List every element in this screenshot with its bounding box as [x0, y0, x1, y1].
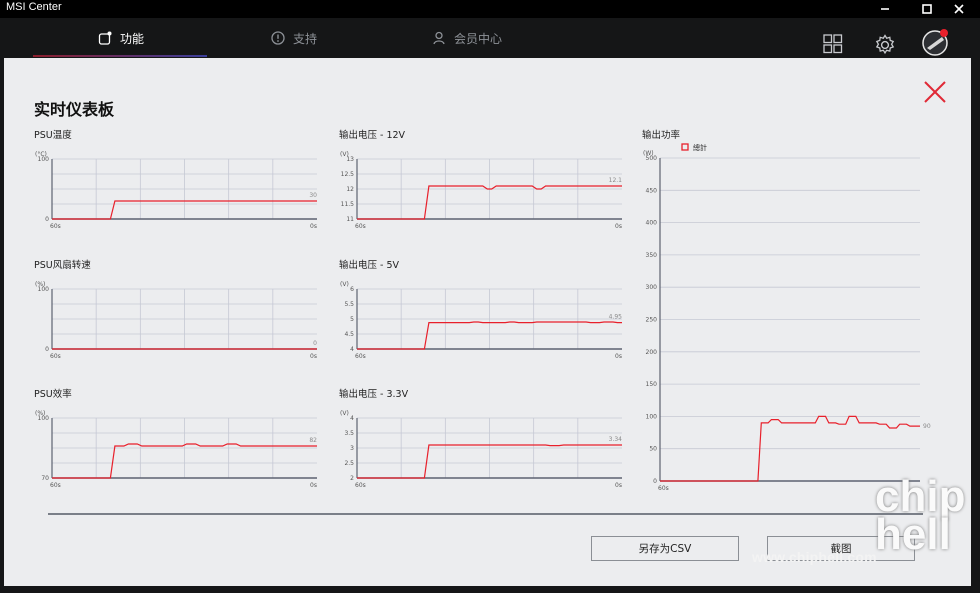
- window-titlebar: MSI Center: [0, 0, 980, 18]
- tab-membership-label: 会员中心: [454, 31, 503, 46]
- y-tick-label: 0: [45, 346, 49, 353]
- y-tick-label: 450: [646, 187, 658, 194]
- chart-title-psu-temp: PSU温度: [34, 130, 72, 141]
- y-tick-label: 200: [646, 349, 658, 356]
- chart-title-fan-speed: PSU风扇转速: [34, 260, 91, 271]
- grid-apps-icon[interactable]: [823, 34, 843, 54]
- avatar[interactable]: [922, 28, 950, 56]
- y-tick-label: 2: [350, 475, 354, 482]
- chart-title-out-12v: 输出电压 - 12V: [339, 130, 406, 141]
- chart-unit-label: (V): [340, 410, 349, 417]
- chart-title-psu-eff: PSU效率: [34, 389, 72, 400]
- watermark-logo: chip hell: [875, 472, 966, 559]
- active-tab-indicator: [33, 55, 207, 57]
- y-tick-label: 400: [646, 220, 658, 227]
- chart-fan-speed: (%)100060s 0s0: [35, 281, 317, 360]
- x-tick-label: 0s: [310, 482, 317, 489]
- realtime-dashboard-panel: 实时仪表板 PSU温度 输出电压 - 12V PSU风扇转速 输出电压 - 5V…: [4, 58, 971, 586]
- chart-title-out-5v: 输出电压 - 5V: [339, 260, 400, 271]
- x-tick-label: 60s: [355, 223, 366, 230]
- features-icon: [98, 31, 112, 45]
- y-tick-label: 50: [649, 446, 657, 453]
- y-tick-label: 12: [346, 186, 354, 193]
- divider: [48, 513, 923, 515]
- y-tick-label: 12.5: [341, 171, 355, 178]
- tab-support-label: 支持: [293, 31, 318, 46]
- x-tick-label: 60s: [50, 353, 61, 360]
- y-tick-label: 3: [350, 445, 354, 452]
- y-tick-label: 300: [646, 284, 658, 291]
- chart-out-power: (W)50045040035030025020015010050060s90總計: [643, 143, 931, 492]
- close-icon: [954, 4, 964, 14]
- y-tick-label: 150: [646, 381, 658, 388]
- tab-support[interactable]: 支持: [271, 18, 317, 58]
- save-csv-button[interactable]: 另存为CSV: [591, 536, 739, 561]
- chart-title-out-33v: 输出电压 - 3.3V: [339, 389, 409, 400]
- y-tick-label: 100: [38, 286, 50, 293]
- y-tick-label: 2.5: [344, 460, 354, 467]
- x-tick-label: 60s: [50, 482, 61, 489]
- y-tick-label: 4: [350, 346, 354, 353]
- legend-label: 總計: [693, 143, 707, 152]
- tab-features[interactable]: 功能: [98, 18, 144, 58]
- close-window-button[interactable]: [938, 0, 980, 18]
- y-tick-label: 250: [646, 317, 658, 324]
- minimize-icon: [881, 8, 889, 10]
- chart-out-33v: (V)4 3.5 3 2.5 260s 0s 3.34: [340, 410, 623, 489]
- y-tick-label: 5.5: [344, 301, 354, 308]
- y-tick-label: 0: [45, 216, 49, 223]
- y-tick-label: 100: [38, 415, 50, 422]
- top-navbar: 功能 支持 会员中心: [0, 18, 980, 58]
- y-tick-label: 6: [350, 286, 354, 293]
- y-tick-label: 100: [38, 156, 50, 163]
- y-tick-label: 350: [646, 252, 658, 259]
- value-label: 90: [923, 423, 931, 430]
- tab-features-label: 功能: [120, 31, 145, 46]
- value-label: 3.34: [609, 436, 623, 443]
- y-tick-label: 4.5: [344, 331, 354, 338]
- y-tick-label: 500: [646, 155, 658, 162]
- y-tick-label: 11: [346, 216, 354, 223]
- page-title: 实时仪表板: [34, 100, 115, 119]
- y-tick-label: 70: [41, 475, 49, 482]
- chart-out-5v: (V)6 5.5 5 4.5 460s 0s 4.95: [340, 281, 623, 360]
- value-label: 30: [309, 192, 317, 199]
- chart-title-out-power: 输出功率: [642, 130, 681, 141]
- x-tick-label: 0s: [615, 223, 622, 230]
- x-tick-label: 60s: [355, 482, 366, 489]
- y-tick-label: 11.5: [341, 201, 355, 208]
- value-label: 0: [313, 340, 317, 347]
- user-icon: [433, 31, 445, 45]
- x-tick-label: 0s: [310, 223, 317, 230]
- x-tick-label: 0s: [310, 353, 317, 360]
- x-tick-label: 60s: [50, 223, 61, 230]
- window-title: MSI Center: [6, 1, 62, 13]
- watermark-url: www.chiphell.com: [752, 549, 877, 565]
- chart-psu-temp: (°C)100060s 0s30: [35, 151, 317, 230]
- value-label: 12.1: [609, 177, 623, 184]
- tab-membership[interactable]: 会员中心: [432, 18, 502, 58]
- close-panel-icon[interactable]: [922, 79, 948, 105]
- legend-swatch: [681, 143, 689, 151]
- maximize-icon: [922, 4, 932, 14]
- y-tick-label: 0: [653, 478, 657, 485]
- x-tick-label: 0s: [615, 353, 622, 360]
- minimize-button[interactable]: [864, 0, 906, 18]
- value-label: 82: [309, 437, 317, 444]
- y-tick-label: 3.5: [344, 430, 354, 437]
- value-label: 4.95: [609, 314, 623, 321]
- x-tick-label: 60s: [355, 353, 366, 360]
- y-tick-label: 13: [346, 156, 354, 163]
- support-icon: [271, 31, 285, 45]
- x-tick-label: 60s: [658, 485, 669, 492]
- chart-out-12v: (V)1312.51211.51160s 0s12.1: [340, 151, 623, 230]
- chart-unit-label: (V): [340, 281, 349, 288]
- y-tick-label: 5: [350, 316, 354, 323]
- y-tick-label: 4: [350, 415, 354, 422]
- gear-icon[interactable]: [874, 34, 896, 56]
- x-tick-label: 0s: [615, 482, 622, 489]
- y-tick-label: 100: [646, 413, 658, 420]
- chart-psu-eff: (%)1007060s 0s82: [35, 410, 317, 489]
